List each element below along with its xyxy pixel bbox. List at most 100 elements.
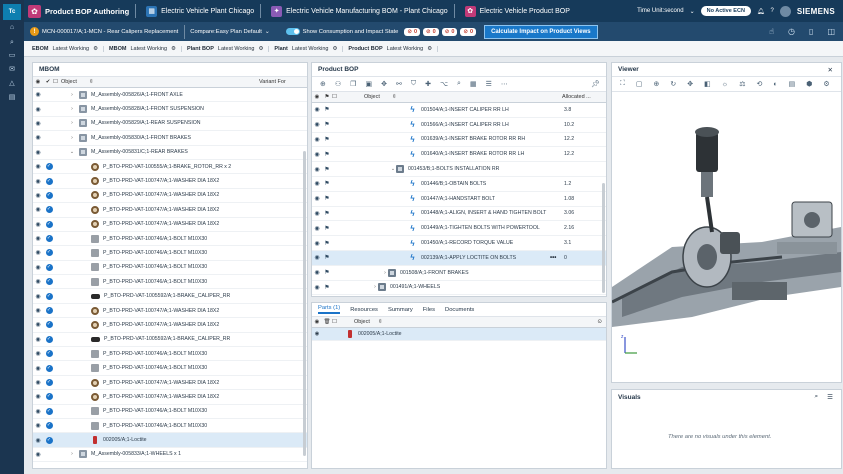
context-ebom[interactable]: EBOM Latest Working ⚙	[32, 45, 105, 52]
context-plant[interactable]: Plant Latest Working ⚙	[274, 45, 344, 52]
mbom-row[interactable]: ◉ › M_Assembly-005833/A;1-WHEELS x 1	[33, 448, 307, 463]
check-circle-icon[interactable]: ✓	[43, 422, 55, 430]
eye-icon[interactable]: ◉	[33, 134, 43, 141]
tab-documents[interactable]: Documents	[445, 307, 474, 313]
bop-row[interactable]: ◉ ⚑ ϟ 001566/A;1-INSERT CALIPER RR LH 10.2	[312, 118, 606, 133]
tab-files[interactable]: Files	[423, 307, 435, 313]
avatar[interactable]	[779, 5, 791, 17]
eye-icon[interactable]: ◉	[33, 393, 43, 400]
sort-icon[interactable]: ⇳	[378, 319, 383, 325]
calculate-impact-button[interactable]: Calculate Impact on Product Views	[484, 24, 598, 39]
mbom-row[interactable]: ◉ ✓ P_BTO-PRD-VAT-100747/A;1-WASHER DIA 18…	[33, 203, 307, 218]
mbom-row[interactable]: ◉ ✓ P_BTO-PRD-VAT-100747/A;1-WASHER DIA 18…	[33, 304, 307, 319]
mbom-row[interactable]: ◉ › M_Assembly-005826/A;1-FRONT AXLE	[33, 88, 307, 103]
eye-icon[interactable]: ◉	[312, 319, 322, 325]
impact-chip-2[interactable]: ⊘ 0	[441, 27, 458, 36]
inbox-icon[interactable]: ✉	[8, 66, 16, 73]
list-icon[interactable]: ☰	[827, 393, 833, 401]
copy-icon[interactable]: ❐	[350, 80, 356, 88]
check-circle-icon[interactable]: ✓	[43, 249, 55, 257]
more-icon[interactable]: •••	[550, 255, 556, 261]
reset-icon[interactable]: ⟲	[756, 80, 762, 88]
eye-icon[interactable]: ◉	[33, 106, 43, 113]
mbom-row[interactable]: ◉ ✓ P_BTO-PRD-VAT-100746/A;1-BOLT M10X30	[33, 246, 307, 261]
check-circle-icon[interactable]: ✓	[43, 436, 55, 444]
eye-icon[interactable]: ◉	[312, 180, 322, 187]
check-circle-icon[interactable]: ✓	[43, 220, 55, 228]
bop-row[interactable]: ◉ ⚑ ϟ 001450/A;1-RECORD TORQUE VALUE 3.1	[312, 236, 606, 251]
check-circle-icon[interactable]: ✓	[43, 307, 55, 315]
3d-model-view[interactable]	[612, 92, 841, 382]
bop-row[interactable]: ◉ ⚑ ϟ 002139/A;1-APPLY LOCTITE ON BOLTS ••• 0	[312, 250, 606, 266]
filter-icon[interactable]: ⛉	[411, 80, 416, 88]
mbom-row[interactable]: ◉ ✓ P_BTO-PRD-VAT-100746/A;1-BOLT M10X30	[33, 419, 307, 434]
move-icon[interactable]: ✥	[381, 80, 387, 88]
bop-row[interactable]: ◉ ⚑ › 001491/A;1-WHEELS	[312, 281, 606, 296]
impact-chip-0[interactable]: ⊘ 0	[404, 27, 421, 36]
eye-icon[interactable]: ◉	[33, 408, 43, 415]
check-circle-icon[interactable]: ✓	[43, 163, 55, 171]
mbom-row[interactable]: ◉ ✓ P_BTO-PRD-VAT-100555/A;1-BRAKE_ROTOR_R…	[33, 160, 307, 175]
expand-toggle[interactable]: ›	[69, 451, 75, 457]
eye-icon[interactable]: ◉	[312, 225, 322, 232]
mbom-row[interactable]: ◉ ✓ P_BTO-PRD-VAT-100746/A;1-BOLT M10X30	[33, 405, 307, 419]
grid-icon[interactable]: ▦	[470, 80, 477, 88]
eye-icon[interactable]: ◉	[312, 94, 322, 100]
eye-icon[interactable]: ◉	[312, 121, 322, 128]
consumption-toggle[interactable]	[285, 28, 300, 35]
mcn-label[interactable]: MCN-000017/A;1-MCN - Rear Calipers Repla…	[42, 29, 178, 35]
eye-icon[interactable]: ◉	[33, 451, 43, 458]
bop-row[interactable]: ◉ ⚑ ϟ 001446/B;1-OBTAIN BOLTS 1.2	[312, 177, 606, 192]
eye-icon[interactable]: ◉	[312, 166, 322, 173]
document-icon[interactable]: ▤	[8, 94, 16, 101]
help-icon[interactable]: ?	[771, 8, 774, 14]
section-icon[interactable]: ◧	[704, 80, 711, 88]
hand-icon[interactable]: ☝	[769, 27, 774, 36]
eye-icon[interactable]: ◉	[33, 350, 43, 357]
col-allocated[interactable]: Allocated ...	[562, 94, 591, 100]
mbom-row[interactable]: ◉ ⌄ M_Assembly-005831/C;1-REAR BRAKES	[33, 146, 307, 160]
eye-icon[interactable]: ◉	[33, 221, 43, 228]
frame-icon[interactable]: ▢	[636, 80, 643, 88]
eye-icon[interactable]: ◉	[312, 136, 322, 143]
revision-rule[interactable]: Compare:Easy Plan Default	[190, 29, 262, 35]
cube-icon[interactable]: ⬢	[806, 80, 812, 88]
mbom-row[interactable]: ◉ ✓ P_BTO-PRD-VAT-100746/A;1-BOLT M10X30	[33, 275, 307, 290]
eye-icon[interactable]: ◉	[312, 210, 322, 217]
bell-icon[interactable]: 🔔︎	[757, 8, 765, 15]
eye-icon[interactable]: ◉	[33, 293, 43, 300]
expand-toggle[interactable]: ›	[69, 106, 75, 112]
mbom-row[interactable]: ◉ ✓ P_BTO-PRD-VAT-1005592/A;1-BRAKE_CALIPE…	[33, 333, 307, 348]
eye-icon[interactable]: ◉	[33, 206, 43, 213]
col-object[interactable]: Object	[354, 319, 378, 325]
breadcrumb-1[interactable]: ✦ Electric Vehicle Manufacturing BOM - Pl…	[271, 5, 448, 17]
check-icon[interactable]: ✔	[43, 79, 53, 85]
mbom-row[interactable]: ◉ ✓ P_BTO-PRD-VAT-100746/A;1-BOLT M10X30	[33, 232, 307, 247]
clipboard-icon[interactable]: ▯	[809, 27, 813, 36]
mbom-row[interactable]: ◉ ✓ P_BTO-PRD-VAT-100747/A;1-WASHER DIA 18…	[33, 376, 307, 391]
mbom-row[interactable]: ◉ ✓ P_BTO-PRD-VAT-100747/A;1-WASHER DIA 18…	[33, 174, 307, 189]
eye-icon[interactable]: ◉	[312, 151, 322, 158]
bop-row[interactable]: ◉ ⚑ ϟ 001639/A;1-INSERT BRAKE ROTOR RR RH 12…	[312, 133, 606, 148]
mbom-row[interactable]: ◉ ✓ P_BTO-PRD-VAT-100747/A;1-WASHER DIA 18…	[33, 218, 307, 232]
history-icon[interactable]: ◷	[788, 27, 795, 36]
mbom-row[interactable]: ◉ ✓ P_BTO-PRD-VAT-100747/A;1-WASHER DIA 18…	[33, 390, 307, 405]
context-product-bop[interactable]: Product BOP Latest Working ⚙	[348, 45, 439, 52]
mbom-row[interactable]: ◉ ✓ P_BTO-PRD-VAT-100746/A;1-BOLT M10X30	[33, 361, 307, 376]
mbom-row[interactable]: ◉ ✓ P_BTO-PRD-VAT-100746/A;1-BOLT M10X30	[33, 261, 307, 276]
check-circle-icon[interactable]: ✓	[43, 321, 55, 329]
flag-icon[interactable]: ⚑	[322, 94, 332, 100]
col-variant[interactable]: Variant For	[259, 79, 286, 85]
add-icon[interactable]: ⊕	[320, 80, 326, 88]
breadcrumb-0[interactable]: ▦ Electric Vehicle Plant Chicago	[146, 5, 254, 17]
sort-icon[interactable]: ⇳	[89, 79, 259, 85]
check-circle-icon[interactable]: ✓	[43, 191, 55, 199]
list-icon[interactable]: ☰	[486, 80, 492, 88]
eye-icon[interactable]: ◉	[33, 379, 43, 386]
expand-toggle[interactable]: ›	[69, 120, 75, 126]
palette-icon[interactable]: ◐	[773, 81, 777, 88]
search-icon[interactable]: ⌕	[8, 39, 16, 46]
mbom-row[interactable]: ◉ ✓ P_BTO-PRD-VAT-1005592/A;1-BRAKE_CALIPE…	[33, 289, 307, 304]
tree-icon[interactable]: ⚇	[335, 80, 341, 88]
eye-icon[interactable]: ◉	[312, 106, 322, 113]
